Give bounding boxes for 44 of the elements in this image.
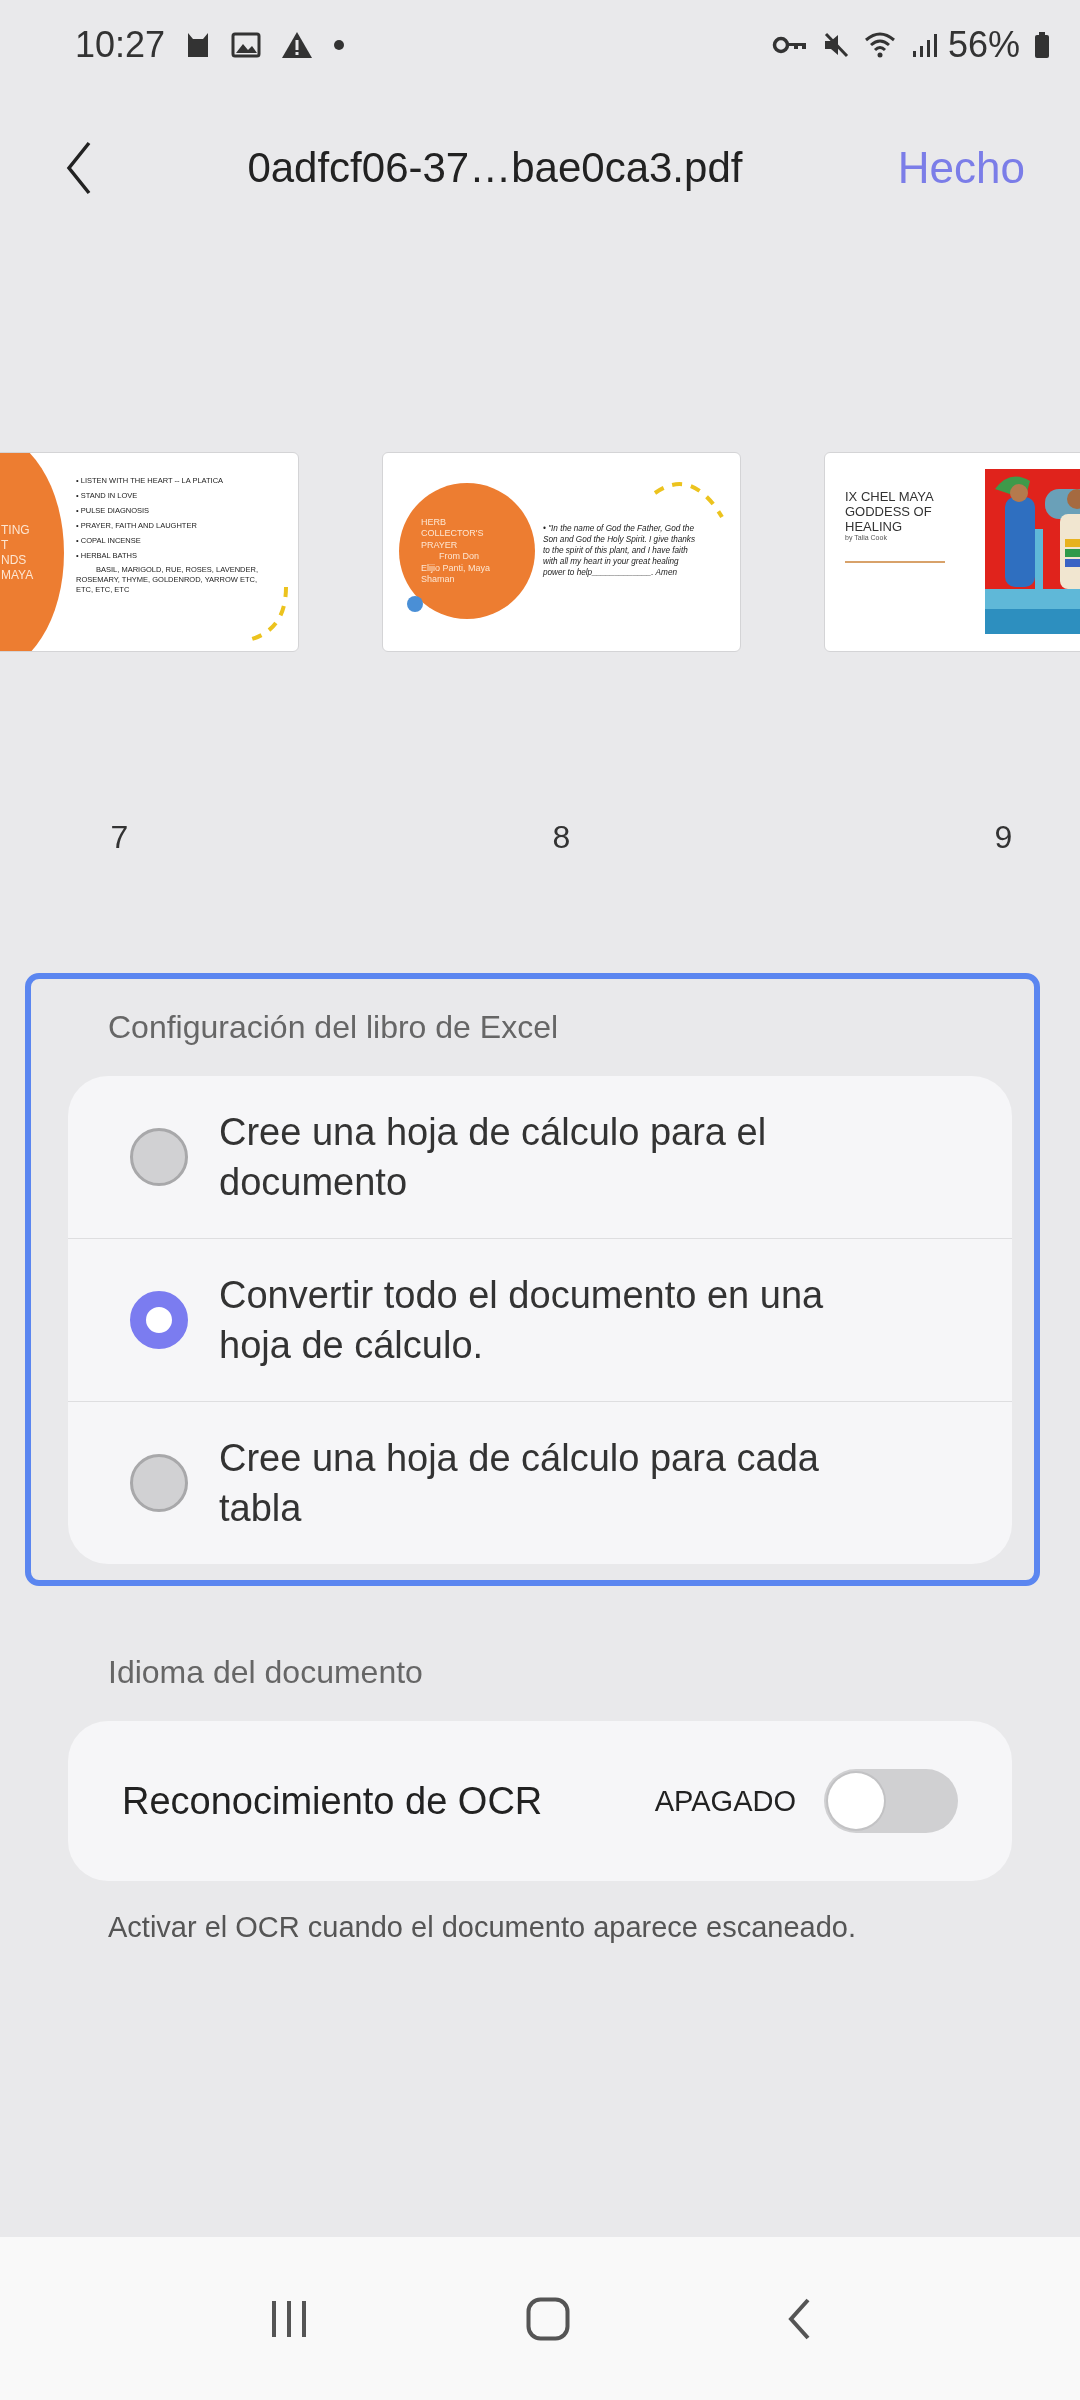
slide-title-line: Elijio Panti, Maya [421, 562, 492, 574]
signal-icon [911, 32, 938, 58]
slide-title-line: T [1, 538, 10, 553]
slide-title: IX CHEL MAYA GODDESS OF HEALING [845, 489, 935, 534]
slide-title-line: MAYA [1, 568, 35, 583]
option-row[interactable]: Cree una hoja de cálculo para el documento [68, 1076, 1012, 1238]
slide-title-line: PRAYER [421, 539, 459, 551]
option-label: Cree una hoja de cálculo para cada tabla [219, 1436, 820, 1531]
ocr-state: APAGADO [654, 1784, 796, 1818]
battery-percent: 56% [947, 24, 1020, 66]
slide-title-line: TING [1, 523, 31, 538]
ocr-hint: Activar el OCR cuando el documento aparece escaneado. [108, 1911, 857, 1944]
option-label: Cree una hoja de cálculo para el documento [219, 1110, 768, 1205]
ocr-label: Reconocimiento de OCR [122, 1779, 544, 1823]
page-thumbnail[interactable] [382, 452, 741, 652]
status-time: 10:27 [75, 24, 166, 66]
page-number: 8 [552, 819, 571, 856]
slide-title-line: NDS [1, 553, 28, 568]
section-label: Idioma del documento [108, 1654, 424, 1691]
option-row[interactable]: Convertir todo el documento en una hoja de cálculo. [68, 1238, 1012, 1401]
radio-button[interactable] [130, 1454, 188, 1512]
slide-title-line: From Don [438, 551, 480, 563]
battery-icon [1034, 31, 1050, 59]
notification-dot-icon [333, 39, 346, 51]
file-title: 0adfcf06-37…bae0ca3.pdf [246, 143, 744, 192]
home-icon[interactable] [526, 2296, 570, 2341]
section-label: Configuración del libro de Excel [108, 1009, 560, 1046]
slide-quote: • "In the name of God the Father, God the Son and God the Holy Spirit. I give thanks to the spirit of this plant, and I have faith with all my heart in your great healing power to help_____________. Amen [543, 523, 696, 578]
page-thumbnail[interactable] [0, 452, 299, 652]
slide-title-line: HERB [421, 516, 447, 528]
slide-title-line: COLLECTOR'S [421, 528, 485, 540]
page-number: 7 [110, 819, 129, 856]
page-number: 9 [994, 819, 1013, 856]
radio-button[interactable] [130, 1291, 188, 1349]
slide-title-line: Shaman [421, 574, 456, 586]
back-icon[interactable] [66, 140, 92, 195]
option-label: Convertir todo el documento en una hoja de cálculo. [219, 1273, 825, 1368]
option-row[interactable]: Cree una hoja de cálculo para cada tabla [68, 1401, 1012, 1564]
dot-icon [407, 596, 423, 612]
back-icon[interactable] [787, 2297, 812, 2340]
image-icon [231, 32, 262, 58]
key-icon [771, 35, 808, 55]
warning-icon [281, 31, 314, 59]
radio-button[interactable] [130, 1128, 188, 1186]
